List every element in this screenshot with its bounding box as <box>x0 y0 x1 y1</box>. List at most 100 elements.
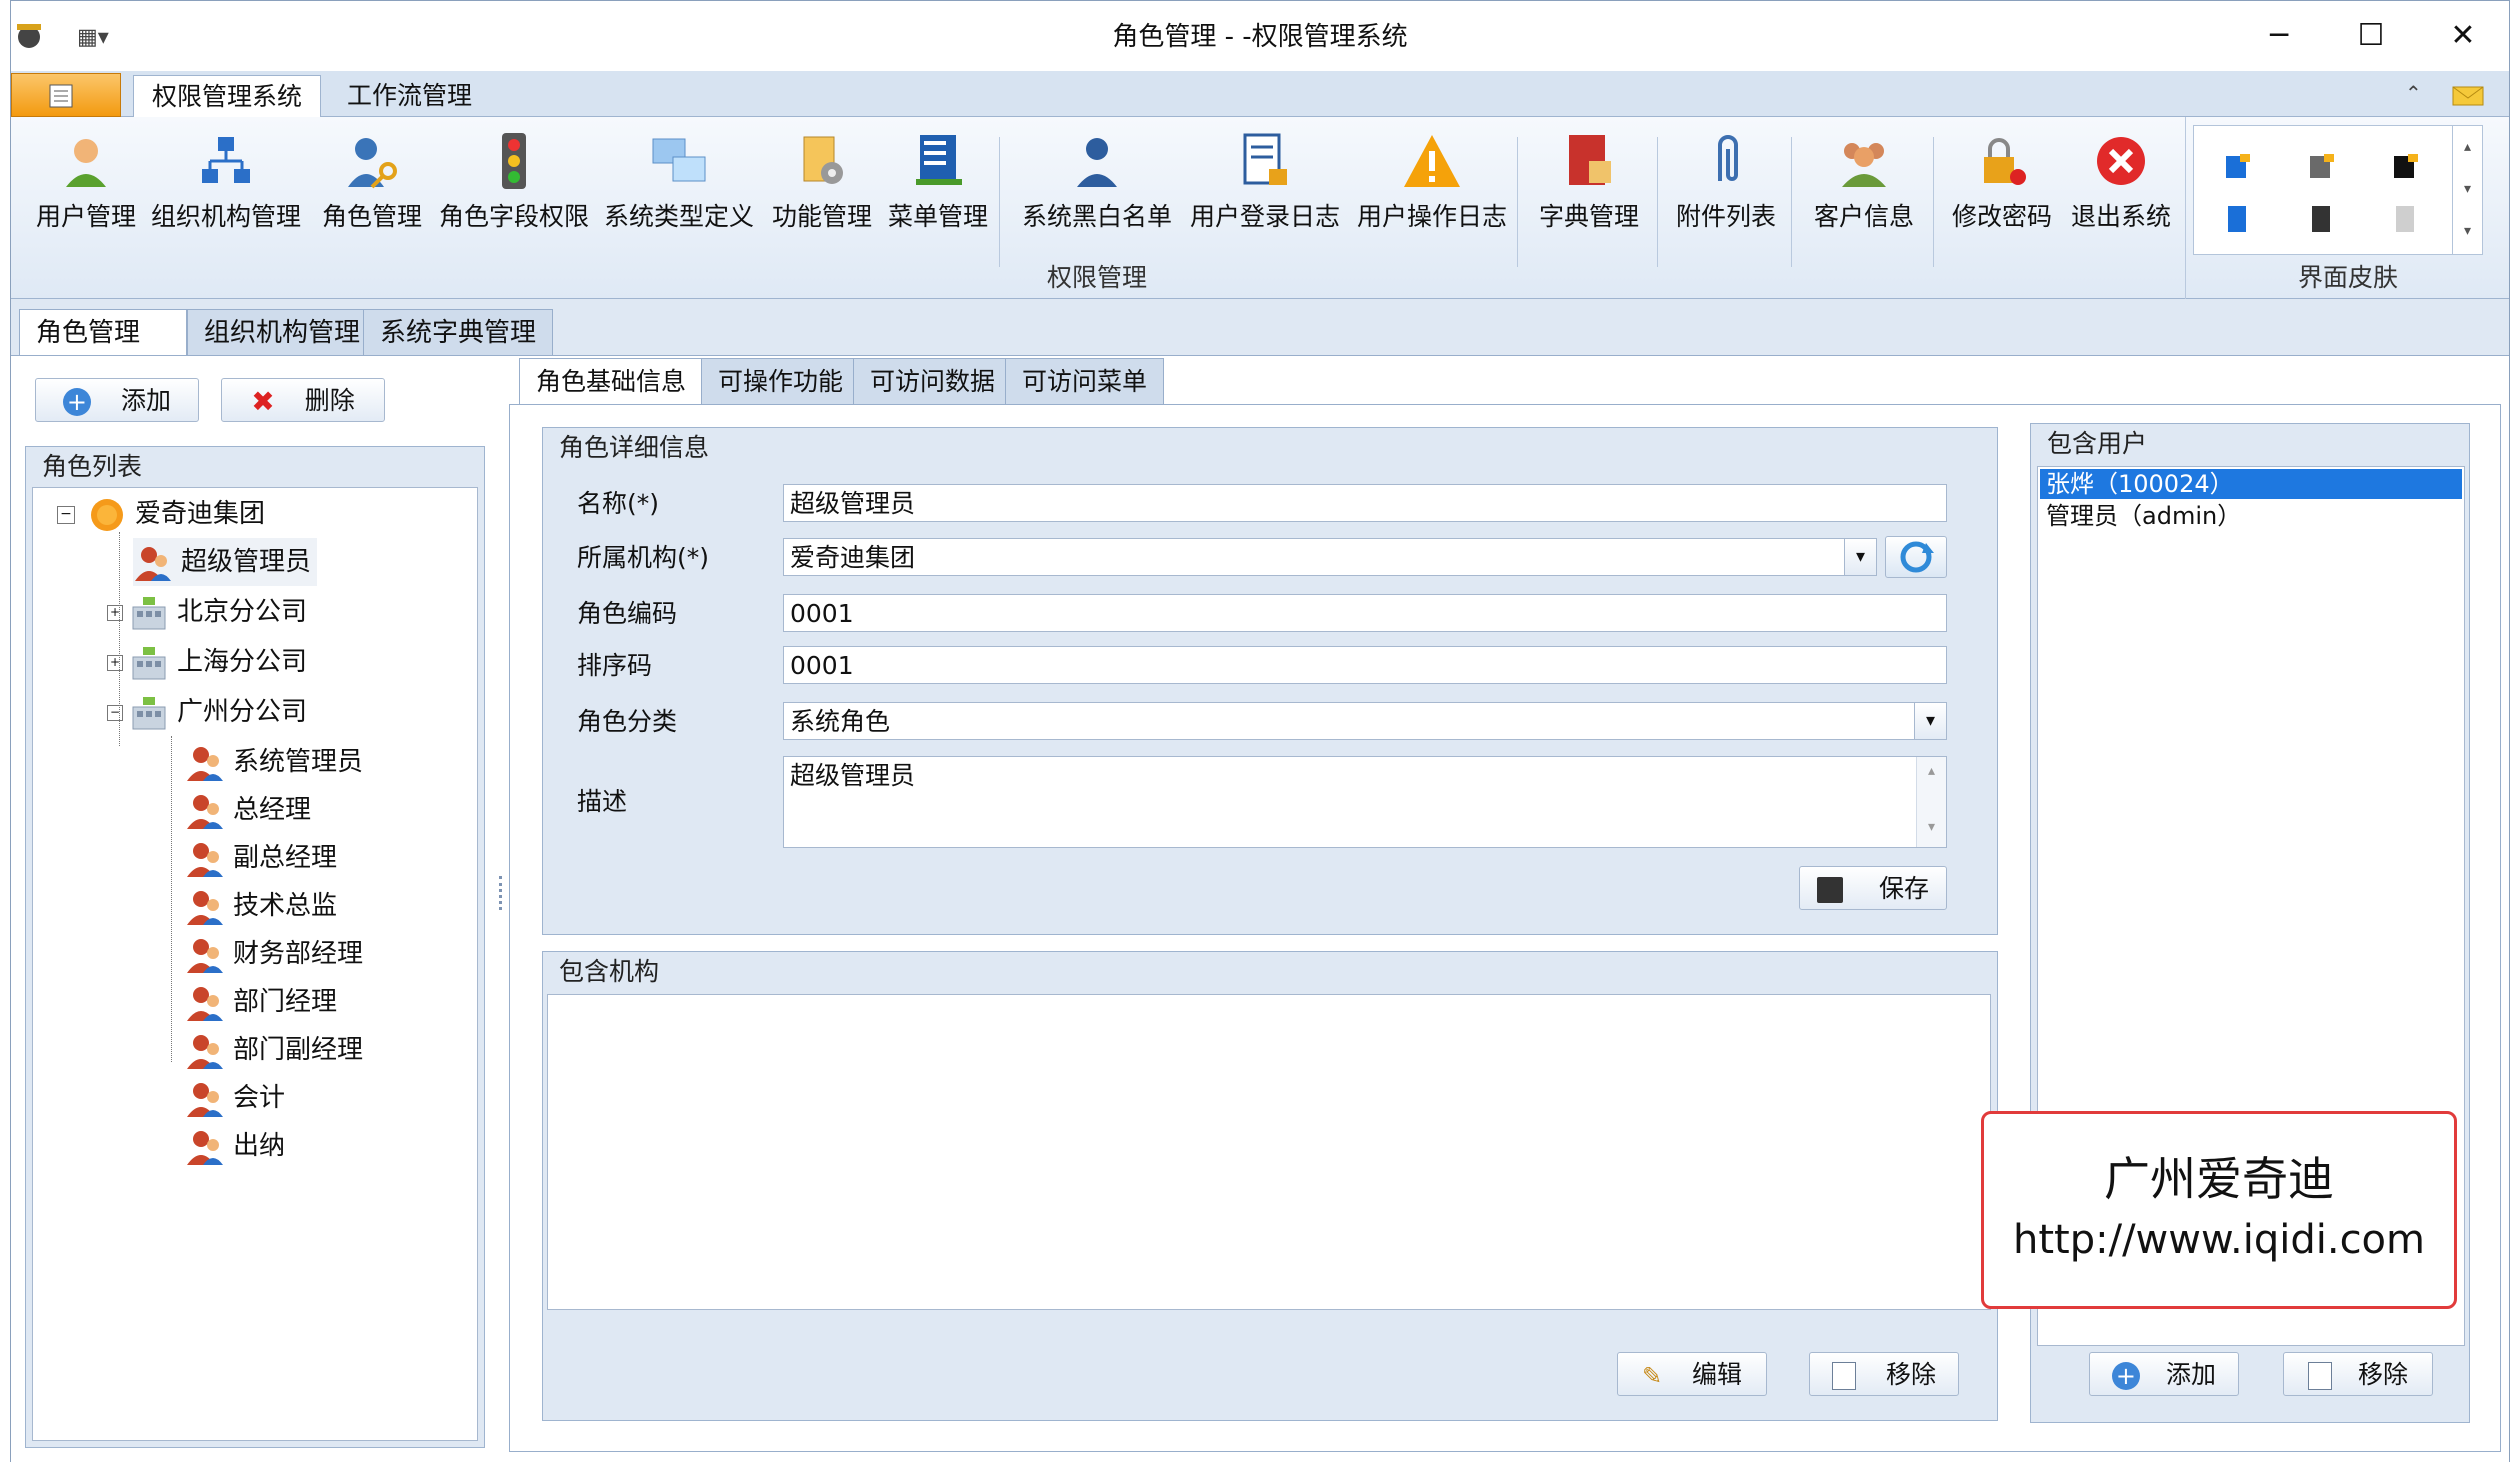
collapse-icon[interactable]: − <box>107 704 123 721</box>
chevron-down-icon[interactable]: ▾ <box>1844 539 1876 575</box>
remove-user-button[interactable]: 移除 <box>2283 1352 2433 1396</box>
refresh-button[interactable] <box>1885 536 1947 578</box>
skin-office-icon[interactable] <box>2304 202 2338 236</box>
skin-office-icon[interactable] <box>2220 202 2254 236</box>
ribbon-role-field-button[interactable]: 角色字段权限 <box>439 131 589 251</box>
ribbon-user-manage-button[interactable]: 用户管理 <box>21 131 151 251</box>
ribbon-system-type-button[interactable]: 系统类型定义 <box>599 131 759 251</box>
ribbon-tab-permission[interactable]: 权限管理系统 <box>133 75 322 117</box>
role-user-icon <box>185 935 225 975</box>
ribbon-blackwhite-list-button[interactable]: 系统黑白名单 <box>1009 131 1185 251</box>
sort-field[interactable]: 0001 <box>783 646 1947 684</box>
inner-tab-basic-info[interactable]: 角色基础信息 <box>519 358 704 404</box>
role-user-icon <box>133 543 173 583</box>
ribbon-login-log-button[interactable]: 用户登录日志 <box>1185 131 1345 251</box>
minimize-icon[interactable]: ─ <box>2233 1 2325 71</box>
splitter-handle[interactable] <box>499 876 505 910</box>
desc-textarea[interactable]: 超级管理员 ▴ ▾ <box>783 756 1947 848</box>
inner-tab-menus[interactable]: 可访问菜单 <box>1005 358 1165 404</box>
remove-orgs-button[interactable]: 移除 <box>1809 1352 1959 1396</box>
role-user-icon <box>185 1031 225 1071</box>
doc-tab-org-manage[interactable]: 组织机构管理 <box>187 309 378 355</box>
tree-item-org[interactable]: + 上海分公司 <box>107 638 307 686</box>
ribbon-operation-log-button[interactable]: 用户操作日志 <box>1349 131 1515 251</box>
tree-item-role[interactable]: 部门经理 <box>185 978 337 1026</box>
exit-icon <box>2091 131 2151 191</box>
included-orgs-list[interactable] <box>547 994 1991 1310</box>
ribbon-role-manage-button[interactable]: 角色管理 <box>309 131 435 251</box>
tree-item-role[interactable]: 技术总监 <box>185 882 337 930</box>
edit-orgs-button[interactable]: ✎ 编辑 <box>1617 1352 1767 1396</box>
collapse-ribbon-icon[interactable]: ⌃ <box>2405 81 2435 111</box>
skin-office-icon[interactable] <box>2388 202 2422 236</box>
doc-tab-dictionary-manage[interactable]: 系统字典管理 <box>363 309 554 355</box>
role-user-icon <box>185 1127 225 1167</box>
delete-x-icon: ✖ <box>251 385 275 418</box>
role-tree[interactable]: − 爱奇迪集团 超级管理员 + 北京分公司 + 上海分公司 − 广州分公司 系统管理员 … <box>32 487 478 1441</box>
tree-item-role[interactable]: 超级管理员 <box>133 538 318 586</box>
doc-tab-role-manage[interactable]: 角色管理 ✕ <box>19 309 187 393</box>
watermark-callout: 广州爱奇迪 http://www.iqidi.com <box>1981 1111 2457 1309</box>
ribbon-tab-workflow[interactable]: 工作流管理 <box>329 75 490 117</box>
skin-office-icon[interactable] <box>2388 150 2422 184</box>
user-list-item[interactable]: 张烨（100024） <box>2040 469 2462 499</box>
ribbon-customer-info-button[interactable]: 客户信息 <box>1799 131 1929 251</box>
category-label: 角色分类 <box>577 707 678 736</box>
tree-item-org[interactable]: − 广州分公司 <box>107 688 307 736</box>
org-node-icon <box>129 643 169 683</box>
watermark-company: 广州爱奇迪 <box>2104 1152 2334 1206</box>
password-lock-icon <box>1972 131 2032 191</box>
tree-item-org[interactable]: + 北京分公司 <box>107 588 307 636</box>
tree-item-role[interactable]: 部门副经理 <box>185 1026 363 1074</box>
add-user-button[interactable]: + 添加 <box>2089 1352 2239 1396</box>
ribbon-dictionary-button[interactable]: 字典管理 <box>1525 131 1653 251</box>
delete-role-button[interactable]: ✖ 删除 <box>221 378 385 422</box>
add-role-button[interactable]: + 添加 <box>35 378 199 422</box>
app-menu-button[interactable] <box>11 73 121 117</box>
code-field[interactable]: 0001 <box>783 594 1947 632</box>
chevron-down-icon[interactable]: ▾ <box>1914 703 1946 739</box>
maximize-icon[interactable]: ☐ <box>2325 1 2417 71</box>
role-detail-panel: 角色详细信息 名称(*) 超级管理员 所属机构(*) 爱奇迪集团 ▾ 角色编码 … <box>542 427 1998 935</box>
tree-item-role[interactable]: 副总经理 <box>185 834 337 882</box>
org-combo[interactable]: 爱奇迪集团 ▾ <box>783 538 1877 576</box>
tree-item-role[interactable]: 会计 <box>185 1074 285 1122</box>
close-icon[interactable]: ✕ <box>2417 1 2509 71</box>
tree-item-root[interactable]: − 爱奇迪集团 <box>57 490 265 538</box>
expand-icon[interactable]: + <box>107 604 123 621</box>
inner-tab-functions[interactable]: 可操作功能 <box>701 358 861 404</box>
expand-icon[interactable]: + <box>107 654 123 671</box>
save-button[interactable]: 保存 <box>1799 866 1947 910</box>
skin-office-icon[interactable] <box>2220 150 2254 184</box>
mail-icon[interactable] <box>2451 83 2485 109</box>
tree-item-role[interactable]: 财务部经理 <box>185 930 363 978</box>
ribbon-function-manage-button[interactable]: 功能管理 <box>763 131 881 251</box>
code-label: 角色编码 <box>577 599 678 628</box>
user-list-item[interactable]: 管理员（admin） <box>2040 501 2462 531</box>
skin-office-icon[interactable] <box>2304 150 2338 184</box>
inner-tab-bar: 角色基础信息 可操作功能 可访问数据 可访问菜单 <box>519 358 2509 404</box>
tree-item-role[interactable]: 总经理 <box>185 786 311 834</box>
remove-doc-icon <box>1831 1362 1856 1390</box>
user-icon <box>56 131 116 191</box>
ribbon-attachment-button[interactable]: 附件列表 <box>1665 131 1787 251</box>
category-combo[interactable]: 系统角色 ▾ <box>783 702 1947 740</box>
textarea-scrollbar[interactable]: ▴ ▾ <box>1916 757 1946 847</box>
role-detail-title: 角色详细信息 <box>559 433 710 462</box>
ribbon-org-manage-button[interactable]: 组织机构管理 <box>151 131 301 251</box>
skin-gallery[interactable]: ▴ ▾ ▾ <box>2193 125 2483 255</box>
ribbon-change-password-button[interactable]: 修改密码 <box>1941 131 2063 251</box>
ribbon-exit-button[interactable]: 退出系统 <box>2061 131 2181 251</box>
window-title: 角色管理 - -权限管理系统 <box>1112 22 1408 52</box>
role-list-title: 角色列表 <box>42 452 143 481</box>
ribbon-menu-manage-button[interactable]: 菜单管理 <box>879 131 997 251</box>
skin-scroll-bar[interactable]: ▴ ▾ ▾ <box>2452 126 2482 254</box>
ribbon-separator <box>1657 137 1658 267</box>
name-label: 名称(*) <box>577 489 660 518</box>
name-field[interactable]: 超级管理员 <box>783 484 1947 522</box>
tree-item-role[interactable]: 系统管理员 <box>185 738 363 786</box>
collapse-icon[interactable]: − <box>57 505 75 524</box>
org-label: 所属机构(*) <box>577 543 710 572</box>
tree-item-role[interactable]: 出纳 <box>185 1122 285 1170</box>
inner-tab-data[interactable]: 可访问数据 <box>853 358 1013 404</box>
